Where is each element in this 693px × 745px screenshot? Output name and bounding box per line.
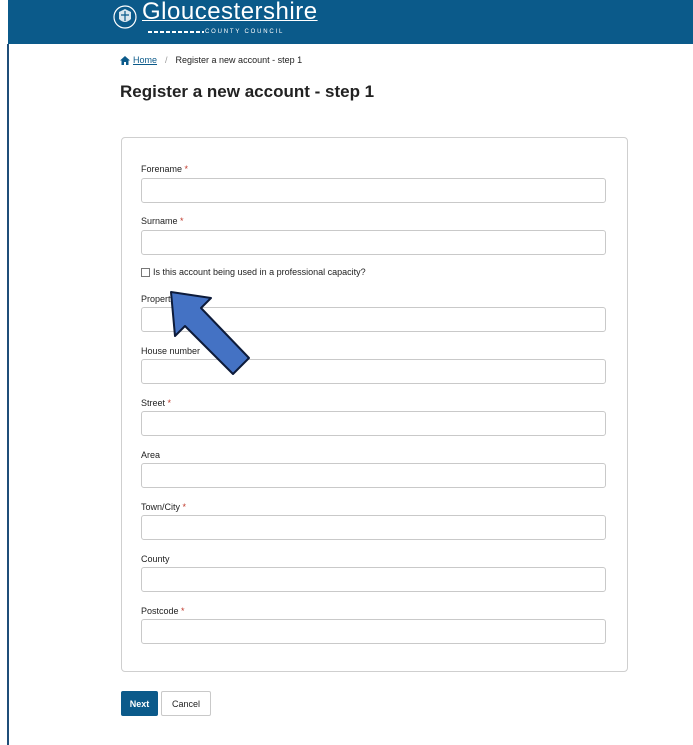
county-input[interactable] <box>141 567 606 592</box>
professional-capacity-label: Is this account being used in a professi… <box>153 267 366 277</box>
brand-subtitle: COUNTY COUNCIL <box>205 29 285 35</box>
breadcrumb-home-label: Home <box>133 55 158 65</box>
next-button[interactable]: Next <box>121 691 158 716</box>
postcode-label: Postcode * <box>141 606 185 616</box>
required-marker: * <box>184 164 189 174</box>
cancel-button[interactable]: Cancel <box>161 691 211 716</box>
brand-name: Gloucestershire <box>142 0 318 25</box>
professional-capacity-row[interactable]: Is this account being used in a professi… <box>141 267 366 277</box>
town-city-label: Town/City * <box>141 502 187 512</box>
street-label: Street * <box>141 398 172 408</box>
crest-icon <box>113 5 137 29</box>
required-marker: * <box>180 216 184 226</box>
breadcrumb-current: Register a new account - step 1 <box>175 55 303 65</box>
area-label: Area <box>141 450 161 460</box>
home-icon <box>120 55 130 65</box>
left-rule <box>7 44 9 745</box>
professional-capacity-checkbox[interactable] <box>141 267 150 277</box>
county-label: County <box>141 554 170 564</box>
site-header <box>8 0 693 44</box>
forename-input[interactable] <box>141 178 606 203</box>
required-marker: * <box>167 398 172 408</box>
annotation-arrow-icon <box>170 291 250 375</box>
breadcrumb-home-link[interactable]: Home <box>120 55 157 65</box>
street-input[interactable] <box>141 411 606 436</box>
area-input[interactable] <box>141 463 606 488</box>
breadcrumb-separator: / <box>165 55 168 65</box>
breadcrumb: Home / Register a new account - step 1 <box>120 55 302 65</box>
town-city-input[interactable] <box>141 515 606 540</box>
surname-label: Surname * <box>141 216 184 226</box>
surname-input[interactable] <box>141 230 606 255</box>
postcode-input[interactable] <box>141 619 606 644</box>
page-title: Register a new account - step 1 <box>120 82 375 101</box>
required-marker: * <box>182 502 187 512</box>
required-marker: * <box>181 606 185 616</box>
forename-label: Forename * <box>141 164 189 174</box>
logo-dashes <box>148 31 204 33</box>
